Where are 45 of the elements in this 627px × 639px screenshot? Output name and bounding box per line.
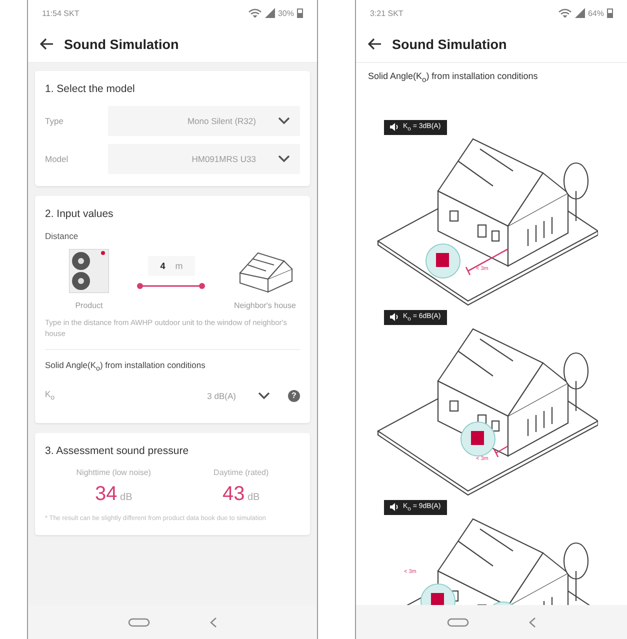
section-title: Solid Angle(K$_{o}$) from installation conditions: [368, 71, 539, 84]
speaker-icon: [390, 503, 399, 512]
status-time: 3:21 SKT: [370, 8, 404, 18]
speaker-icon: [390, 313, 399, 322]
result-label: Daytime (rated): [214, 468, 269, 477]
ko-label: K$_{o}$: [45, 389, 56, 402]
section-title: 1. Select the model: [45, 83, 136, 95]
field-label: Model: [45, 154, 70, 164]
battery-level: 64%: [588, 8, 604, 18]
outdoor-unit-icon: [69, 249, 109, 293]
battery-icon: [607, 8, 613, 18]
battery-icon: [296, 8, 303, 18]
home-button-icon[interactable]: [128, 618, 150, 626]
neighbor-house-label: Neighbor's house: [234, 301, 296, 310]
section-title: 3. Assessment sound pressure: [45, 444, 190, 457]
dropdown-field[interactable]: HM091MRS U33: [108, 144, 300, 174]
home-button-icon[interactable]: [446, 618, 469, 626]
screen-title: Sound Simulation: [64, 36, 179, 52]
help-icon[interactable]: ?: [288, 390, 300, 402]
product-label: Product: [75, 301, 103, 310]
result-label: Nighttime (low noise): [76, 468, 151, 477]
double-arrow-icon: [136, 282, 206, 290]
field-label: Type: [45, 116, 64, 126]
section-title: 2. Input values: [45, 208, 114, 220]
back-chevron-icon[interactable]: [528, 616, 536, 628]
solid-angle-title: Solid Angle(K$_{o}$) from installation conditions: [45, 360, 206, 373]
dropdown-field[interactable]: Mono Silent (R32): [108, 106, 300, 136]
back-arrow-icon[interactable]: [40, 38, 54, 50]
screen-title: Sound Simulation: [392, 36, 507, 52]
signal-icon: [574, 8, 585, 18]
wifi-icon: [248, 8, 262, 18]
battery-level: 30%: [278, 8, 294, 18]
speaker-icon: [390, 123, 399, 132]
chevron-down-icon: [278, 155, 290, 163]
chevron-down-icon: [278, 117, 290, 125]
signal-icon: [264, 8, 275, 18]
back-chevron-icon[interactable]: [210, 616, 217, 628]
chevron-down-icon: [258, 392, 270, 400]
wifi-icon: [558, 8, 572, 18]
status-time: 11:54 SKT: [42, 8, 80, 18]
result-value: 34 dB: [95, 482, 132, 506]
back-arrow-icon[interactable]: [368, 38, 382, 50]
distance-input-field[interactable]: 4 m: [148, 256, 195, 276]
result-value: 43 dB: [222, 482, 260, 506]
distance-label: Distance: [45, 231, 80, 241]
